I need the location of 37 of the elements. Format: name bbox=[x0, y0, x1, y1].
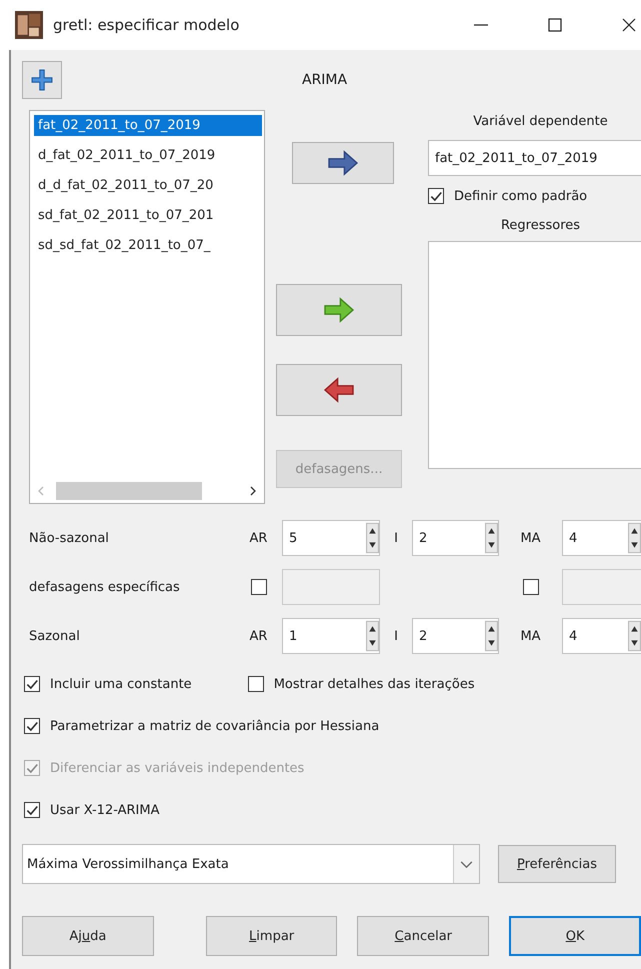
spin-label: MA bbox=[520, 530, 541, 546]
checkbox-label: Mostrar detalhes das iterações bbox=[274, 676, 475, 692]
field-label: Regressores bbox=[500, 218, 582, 233]
field-label: Variável dependente bbox=[472, 114, 609, 129]
list-item[interactable]: sd_fat_02_2011_to_07_201 bbox=[34, 205, 262, 226]
dialog-button[interactable]: Limpar bbox=[206, 916, 338, 956]
list-item[interactable]: fat_02_2011_to_07_2019 bbox=[34, 115, 262, 136]
row-label: Sazonal bbox=[29, 628, 81, 644]
list-item[interactable]: d_d_fat_02_2011_to_07_20 bbox=[34, 175, 262, 196]
spin-field[interactable]: 4 bbox=[562, 520, 641, 556]
dependent-field[interactable]: fat_02_2011_to_07_2019 bbox=[428, 140, 641, 176]
spin-field[interactable]: 1 bbox=[282, 618, 380, 654]
row-label: Não-sazonal bbox=[29, 530, 110, 546]
dialog-button[interactable]: Cancelar bbox=[357, 916, 490, 956]
preferences-button[interactable]: Preferências bbox=[498, 845, 616, 883]
spin-label: I bbox=[394, 530, 398, 546]
dialog-heading: ARIMA bbox=[302, 72, 348, 88]
dialog-button[interactable]: OK bbox=[509, 916, 641, 956]
spin-field[interactable]: 2 bbox=[412, 618, 499, 654]
window-title: gretl: especificar modelo bbox=[53, 16, 240, 34]
checkbox-label: Incluir uma constante bbox=[50, 676, 192, 692]
list-item[interactable]: sd_sd_fat_02_2011_to_07_ bbox=[34, 235, 262, 256]
spin-label: AR bbox=[250, 628, 268, 644]
spin-label: I bbox=[394, 628, 398, 644]
checkbox-label: Diferenciar as variáveis independentes bbox=[50, 760, 304, 776]
checkbox-label: Definir como padrão bbox=[454, 188, 588, 204]
spin-field[interactable]: 2 bbox=[412, 520, 499, 556]
spin-field[interactable]: 4 bbox=[562, 618, 641, 654]
list-item[interactable]: d_fat_02_2011_to_07_2019 bbox=[34, 145, 262, 166]
checkbox-label: Parametrizar a matriz de covariância por Hessiana bbox=[50, 718, 380, 734]
spin-label: MA bbox=[520, 628, 541, 644]
spin-field[interactable]: 5 bbox=[282, 520, 380, 556]
checkbox-label: Usar X-12-ARIMA bbox=[50, 802, 160, 818]
spin-label: AR bbox=[250, 530, 268, 546]
dialog-button[interactable]: Ajuda bbox=[22, 916, 154, 956]
row-label: defasagens específicas bbox=[29, 580, 181, 594]
estimator-dropdown[interactable]: Máxima Verossimilhança Exata bbox=[22, 844, 480, 884]
